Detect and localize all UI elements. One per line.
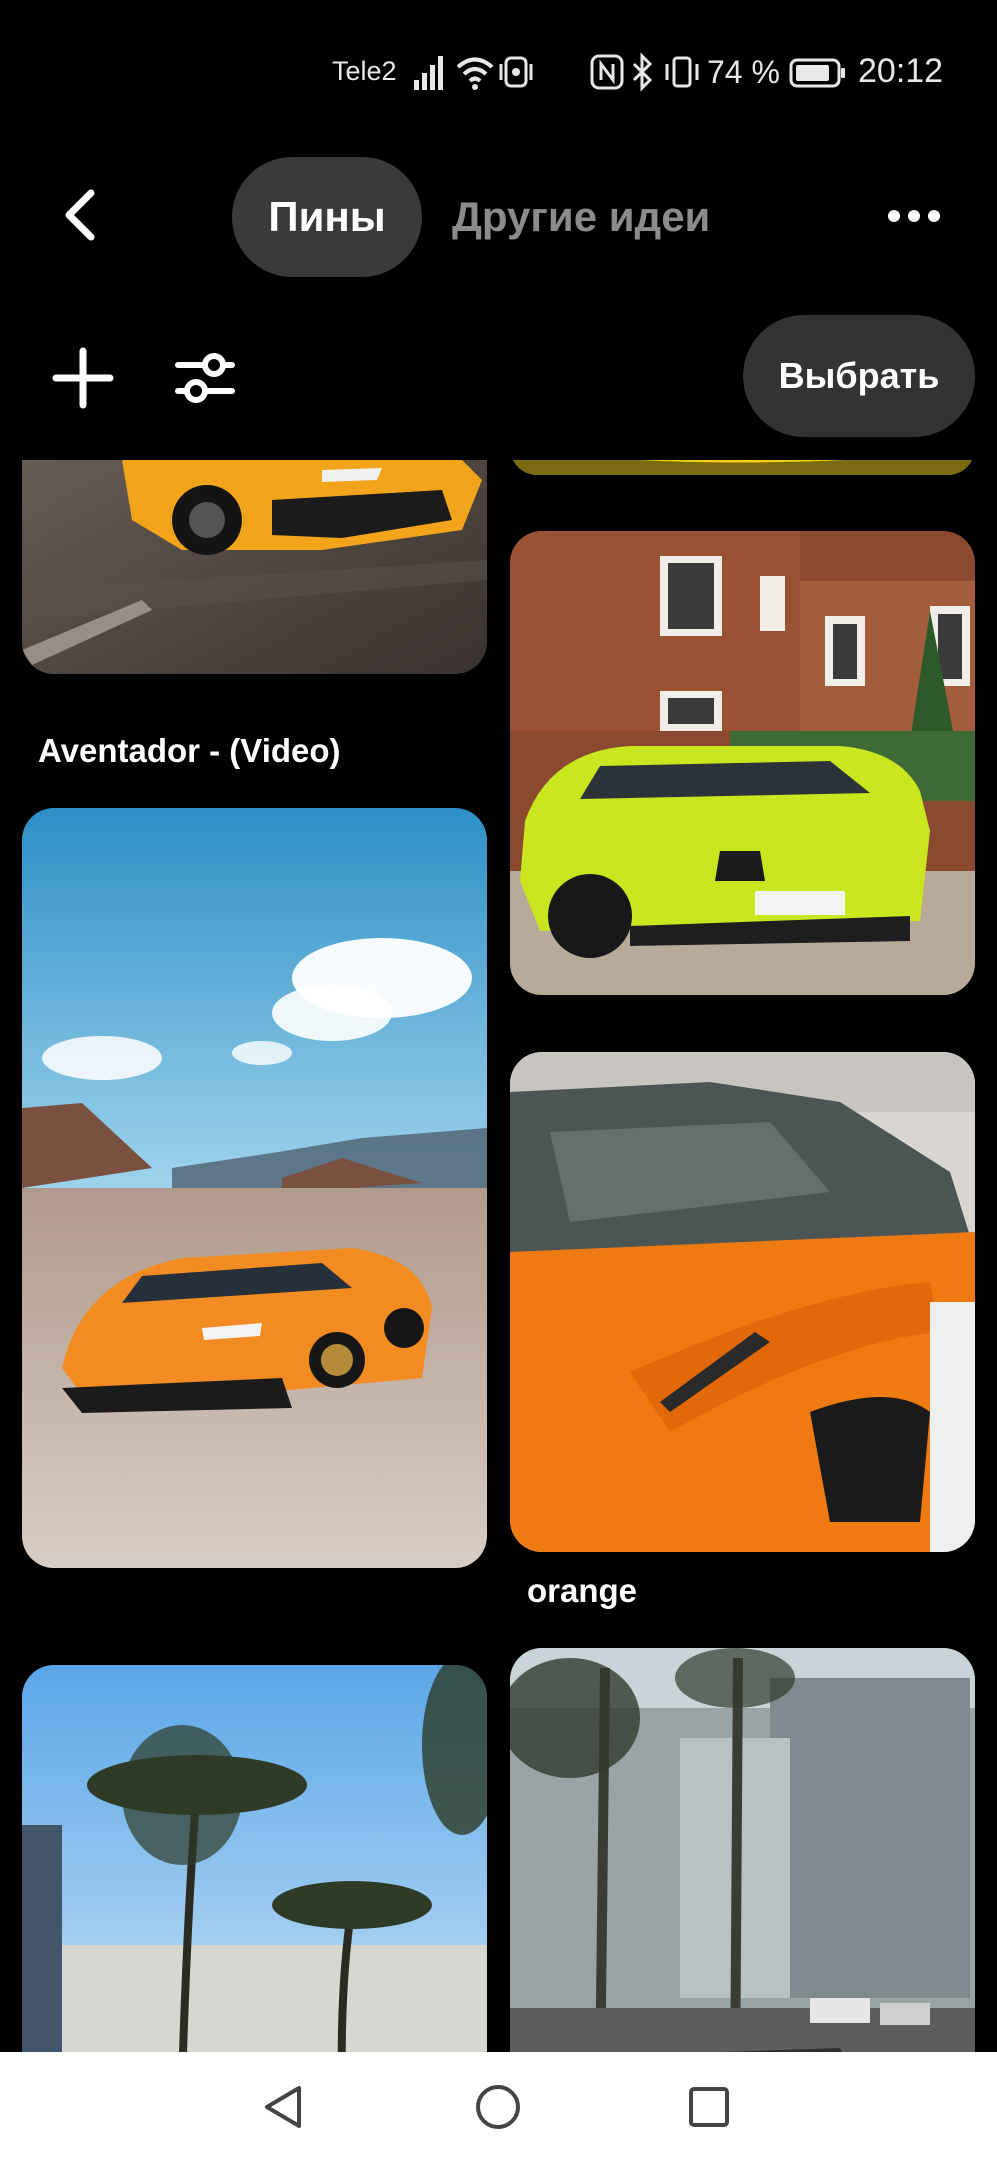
tab-pins[interactable]: Пины (232, 157, 422, 277)
pin-image (22, 460, 487, 674)
pin-caption: orange (527, 1572, 638, 1609)
plus-icon[interactable] (50, 345, 116, 411)
pin-image (510, 460, 975, 475)
pin-caption: Aventador - (Video) (38, 732, 341, 769)
pin-palms[interactable] (22, 1665, 487, 2052)
status-bar: Tele2 74 % 20:12 (0, 0, 997, 150)
pin-image (22, 1665, 487, 2052)
more-icon[interactable] (884, 190, 944, 242)
system-nav-bar (0, 2052, 997, 2160)
pin-bmw[interactable] (510, 531, 975, 995)
select-button[interactable]: Выбрать (743, 315, 975, 437)
carrier-name: Tele2 (332, 56, 397, 86)
back-arrow-icon[interactable] (55, 185, 111, 245)
tab-other-ideas[interactable]: Другие идеи (452, 157, 742, 277)
back-triangle-icon[interactable] (259, 2082, 309, 2132)
pin-image (510, 531, 975, 995)
pin-aventador[interactable] (22, 460, 487, 674)
pin-street[interactable] (510, 1648, 975, 2052)
pin-image (510, 1052, 975, 1552)
filter-sliders-icon[interactable] (172, 345, 238, 411)
wifi-icon (456, 57, 494, 90)
nfc-icon (590, 54, 624, 90)
signal-icon (414, 56, 443, 90)
vibrate-icon (665, 56, 699, 88)
recents-square-icon[interactable] (684, 2082, 734, 2132)
pin-image (510, 1648, 975, 2052)
pin-feed[interactable]: Aventador - (Video) orange (0, 460, 997, 2052)
home-circle-icon[interactable] (473, 2082, 523, 2132)
clock: 20:12 (858, 52, 944, 90)
pin-yellow-car[interactable] (510, 460, 975, 475)
pin-mclaren[interactable] (510, 1052, 975, 1552)
vibration-app-icon (499, 56, 533, 88)
pin-huracan[interactable] (22, 808, 487, 1568)
battery-percent: 74 % (707, 54, 780, 90)
bluetooth-icon (632, 52, 653, 92)
pin-image (22, 808, 487, 1568)
battery-icon (789, 58, 845, 88)
